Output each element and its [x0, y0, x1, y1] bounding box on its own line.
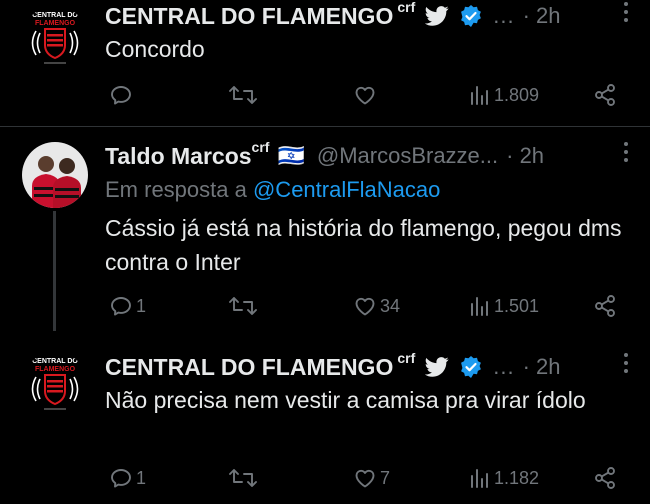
- views-icon: [471, 86, 488, 105]
- avatar-central-flamengo[interactable]: CENTRAL DO FLAMENGO: [22, 352, 88, 418]
- timestamp[interactable]: · 2h: [506, 143, 544, 169]
- share-icon: [595, 467, 615, 489]
- twitter-bird-icon: [425, 357, 449, 377]
- tweet-actions: 1.809: [105, 81, 625, 109]
- tweet[interactable]: CENTRAL DO FLAMENGO CENTRAL DO FLAMENGO …: [0, 339, 650, 504]
- share-button[interactable]: [593, 292, 617, 320]
- author-suffix: crf: [397, 350, 416, 366]
- more-icon[interactable]: [624, 142, 630, 162]
- like-icon: [355, 469, 375, 488]
- reply-button[interactable]: [109, 81, 133, 109]
- author-suffix: crf: [397, 0, 416, 15]
- reply-count: 1: [136, 295, 147, 316]
- views-count: 1.809: [494, 84, 540, 105]
- retweet-icon: [229, 297, 257, 315]
- views-button[interactable]: 1.809: [469, 81, 539, 109]
- views-count: 1.182: [494, 467, 540, 488]
- verified-badge-icon: [459, 4, 483, 28]
- flamengo-logo-icon: CENTRAL DO FLAMENGO: [22, 6, 88, 72]
- tweet-actions: 1 34 1.501: [105, 292, 625, 320]
- retweet-button[interactable]: [229, 464, 257, 492]
- retweet-icon: [229, 86, 257, 104]
- share-button[interactable]: [593, 81, 617, 109]
- avatar-central-flamengo[interactable]: CENTRAL DO FLAMENGO: [22, 6, 88, 72]
- like-icon: [355, 297, 375, 316]
- user-photo-icon: [22, 142, 88, 208]
- views-icon: [471, 469, 488, 488]
- svg-text:FLAMENGO: FLAMENGO: [35, 20, 76, 27]
- flamengo-logo-icon: CENTRAL DO FLAMENGO: [22, 352, 88, 418]
- share-button[interactable]: [593, 464, 617, 492]
- handle-truncated[interactable]: ...: [493, 3, 514, 29]
- author-name[interactable]: CENTRAL DO FLAMENGO: [105, 3, 393, 30]
- svg-text:CENTRAL DO: CENTRAL DO: [32, 358, 78, 365]
- views-button[interactable]: 1.182: [469, 464, 539, 492]
- author-suffix: crf: [251, 139, 270, 155]
- retweet-icon: [229, 469, 257, 487]
- retweet-button[interactable]: [229, 292, 257, 320]
- more-icon[interactable]: [624, 353, 630, 373]
- handle-truncated[interactable]: ...: [493, 354, 514, 380]
- views-count: 1.501: [494, 295, 540, 316]
- share-icon: [595, 84, 615, 106]
- reply-button[interactable]: 1: [109, 292, 146, 320]
- tweet-text: Concordo: [105, 36, 205, 62]
- tweet-text: Não precisa nem vestir a camisa pra vira…: [105, 387, 586, 413]
- author-name[interactable]: CENTRAL DO FLAMENGO: [105, 354, 393, 381]
- israel-flag-icon: 🇮🇱: [277, 143, 305, 168]
- more-icon[interactable]: [624, 2, 630, 22]
- thread-line: [53, 211, 56, 331]
- author-name[interactable]: Taldo Marcos: [105, 143, 252, 170]
- like-count: 7: [380, 467, 391, 488]
- avatar-taldo-marcos[interactable]: [22, 142, 88, 208]
- retweet-button[interactable]: [229, 81, 257, 109]
- tweet-header: Taldo Marcos crf 🇮🇱 @MarcosBrazze... · 2…: [105, 139, 630, 172]
- tweet-actions: 1 7 1.182: [105, 464, 625, 492]
- tweet-header: CENTRAL DO FLAMENGO crf ... · 2h: [105, 0, 630, 32]
- like-button[interactable]: 7: [353, 464, 390, 492]
- reply-button[interactable]: 1: [109, 464, 146, 492]
- tweet[interactable]: Taldo Marcos crf 🇮🇱 @MarcosBrazze... · 2…: [0, 127, 650, 339]
- verified-badge-icon: [459, 355, 483, 379]
- reply-context: Em resposta a @CentralFlaNacao: [105, 177, 440, 203]
- svg-text:FLAMENGO: FLAMENGO: [35, 366, 76, 373]
- reply-icon: [111, 86, 131, 105]
- views-icon: [471, 297, 488, 316]
- author-handle[interactable]: @MarcosBrazze...: [317, 143, 498, 169]
- like-icon: [355, 86, 375, 105]
- twitter-bird-icon: [425, 6, 449, 26]
- reply-count: 1: [136, 467, 147, 488]
- timestamp[interactable]: · 2h: [523, 354, 561, 380]
- views-button[interactable]: 1.501: [469, 292, 539, 320]
- reply-prefix: Em resposta a: [105, 177, 247, 202]
- reply-icon: [111, 297, 131, 316]
- like-count: 34: [380, 295, 401, 316]
- tweet[interactable]: CENTRAL DO FLAMENGO CENTRAL DO FLAMENGO …: [0, 0, 650, 126]
- reply-handle-link[interactable]: @CentralFlaNacao: [253, 177, 440, 202]
- tweet-text: Cássio já está na história do flamengo, …: [105, 215, 622, 275]
- like-button[interactable]: 34: [353, 292, 400, 320]
- tweet-header: CENTRAL DO FLAMENGO crf ... · 2h: [105, 350, 630, 383]
- like-button[interactable]: [353, 81, 377, 109]
- reply-icon: [111, 469, 131, 488]
- share-icon: [595, 295, 615, 317]
- svg-text:CENTRAL DO: CENTRAL DO: [32, 12, 78, 19]
- timestamp[interactable]: · 2h: [523, 3, 561, 29]
